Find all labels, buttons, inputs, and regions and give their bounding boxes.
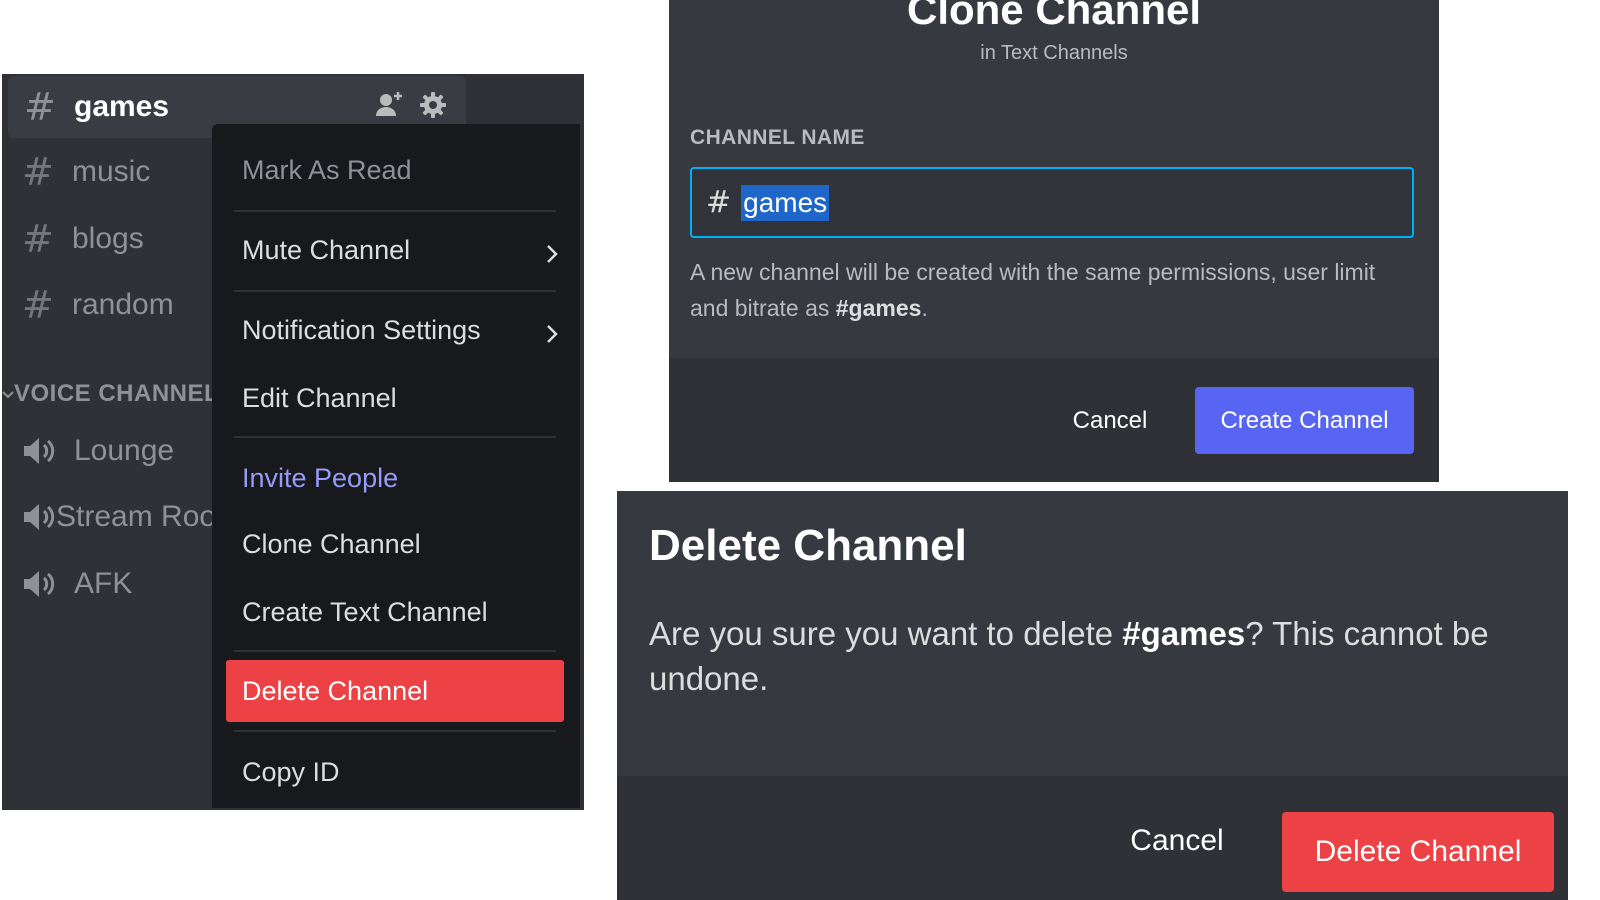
channel-name: blogs xyxy=(72,222,144,255)
gear-icon[interactable] xyxy=(418,90,448,120)
menu-item-mute-channel[interactable]: Mute Channel xyxy=(242,222,562,278)
channel-item-random[interactable]: # random xyxy=(22,277,174,333)
modal-footer: Cancel Create Channel xyxy=(669,358,1439,482)
speaker-icon xyxy=(22,569,74,599)
modal-title: Delete Channel xyxy=(649,521,967,570)
channel-item-blogs[interactable]: # blogs xyxy=(22,211,144,267)
delete-channel-modal: Delete Channel Are you sure you want to … xyxy=(617,491,1568,900)
delete-channel-button[interactable]: Delete Channel xyxy=(1282,812,1554,892)
channel-name: Stream Room xyxy=(56,500,212,533)
menu-item-label: Edit Channel xyxy=(242,382,397,413)
create-channel-button[interactable]: Create Channel xyxy=(1195,387,1414,454)
modal-footer: Cancel Delete Channel xyxy=(617,776,1568,900)
channel-context-menu: Mark As Read Mute Channel Notification S… xyxy=(212,124,580,808)
menu-item-delete-channel[interactable]: Delete Channel xyxy=(226,660,564,722)
channel-name: games xyxy=(74,90,170,123)
voice-channel-stream-room[interactable]: Stream Room xyxy=(22,492,212,542)
body-channel-ref: #games xyxy=(1122,615,1246,652)
voice-channel-afk[interactable]: AFK xyxy=(22,559,212,609)
hash-icon: # xyxy=(706,185,732,220)
menu-divider xyxy=(234,290,556,292)
clone-channel-modal: Clone Channel in Text Channels CHANNEL N… xyxy=(669,0,1439,482)
delete-confirmation-text: Are you sure you want to delete #games? … xyxy=(649,611,1529,701)
menu-item-label: Mark As Read xyxy=(242,154,412,185)
channel-name-input[interactable]: # games xyxy=(690,167,1414,238)
channel-name: Lounge xyxy=(74,434,175,467)
menu-item-label: Delete Channel xyxy=(242,675,429,706)
voice-channel-lounge[interactable]: Lounge xyxy=(22,426,212,476)
channel-name: random xyxy=(72,288,174,321)
channel-item-music[interactable]: # music xyxy=(22,144,150,200)
menu-item-label: Invite People xyxy=(242,462,399,493)
menu-divider xyxy=(234,436,556,438)
chevron-right-icon xyxy=(542,240,562,263)
modal-title: Clone Channel xyxy=(906,0,1202,33)
add-member-icon[interactable] xyxy=(374,90,404,120)
channel-name: AFK xyxy=(74,567,133,600)
menu-item-notification-settings[interactable]: Notification Settings xyxy=(242,302,562,358)
voice-category-label: VOICE CHANNELS xyxy=(14,380,212,407)
menu-item-invite-people[interactable]: Invite People xyxy=(242,450,562,506)
menu-item-label: Notification Settings xyxy=(242,314,481,345)
clone-description: A new channel will be created with the s… xyxy=(690,254,1410,326)
menu-item-clone-channel[interactable]: Clone Channel xyxy=(242,516,562,572)
menu-item-label: Create Text Channel xyxy=(242,596,488,627)
body-text: Are you sure you want to delete xyxy=(649,615,1123,652)
speaker-icon xyxy=(22,502,56,532)
chevron-right-icon xyxy=(542,320,562,343)
menu-item-create-text-channel[interactable]: Create Text Channel xyxy=(242,584,562,640)
cancel-button[interactable]: Cancel xyxy=(1117,806,1237,876)
speaker-icon xyxy=(22,436,74,466)
voice-category-header[interactable]: VOICE CHANNELS xyxy=(2,376,212,412)
modal-subtitle: in Text Channels xyxy=(980,42,1128,64)
menu-item-label: Clone Channel xyxy=(242,528,421,559)
cancel-button[interactable]: Cancel xyxy=(1057,388,1163,454)
menu-divider xyxy=(234,210,556,212)
menu-divider xyxy=(234,730,556,732)
channel-name: music xyxy=(72,155,151,188)
menu-divider xyxy=(234,650,556,652)
description-text-end: . xyxy=(921,295,928,321)
channel-name-value[interactable]: games xyxy=(741,184,830,221)
menu-item-label: Copy ID xyxy=(242,756,340,787)
channel-name-label: CHANNEL NAME xyxy=(690,126,865,149)
menu-item-mark-as-read[interactable]: Mark As Read xyxy=(242,142,562,198)
menu-item-label: Mute Channel xyxy=(242,234,411,265)
description-channel-ref: #games xyxy=(835,295,922,321)
hash-icon: # xyxy=(22,217,54,261)
description-text: A new channel will be created with the s… xyxy=(690,259,1376,321)
hash-icon: # xyxy=(22,283,54,327)
menu-item-copy-id[interactable]: Copy ID xyxy=(242,744,562,800)
menu-item-edit-channel[interactable]: Edit Channel xyxy=(242,370,562,426)
hash-icon: # xyxy=(22,150,54,194)
hash-icon: # xyxy=(24,85,56,129)
chevron-down-icon xyxy=(2,384,14,405)
